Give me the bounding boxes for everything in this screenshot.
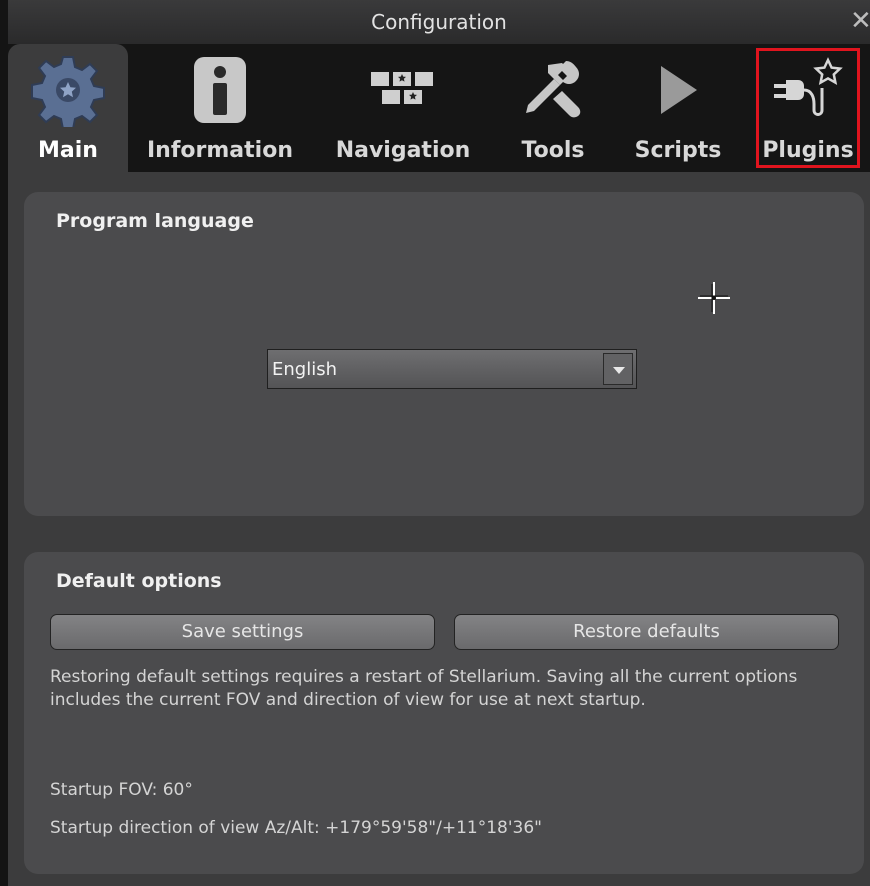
default-options-panel: Default options Save settings Restore de… [24, 552, 864, 874]
close-button[interactable]: ✕ [850, 8, 870, 34]
window-title: Configuration [371, 10, 507, 34]
default-options-title: Default options [56, 570, 222, 592]
tab-information[interactable]: Information [134, 44, 306, 172]
configuration-window: Configuration ✕ Main Information Navigat… [8, 0, 870, 886]
tab-main[interactable]: Main [8, 44, 128, 172]
tools-icon [506, 52, 600, 128]
tab-scripts[interactable]: Scripts [626, 44, 730, 172]
gear-icon [8, 52, 128, 128]
language-select-value: English [272, 359, 337, 380]
tab-bar: Main Information Navigation Tools Script… [8, 44, 870, 172]
crosshair-cursor-icon [696, 280, 732, 320]
tab-label: Information [147, 138, 293, 163]
program-language-title: Program language [56, 210, 254, 232]
tab-label: Navigation [335, 138, 471, 163]
save-settings-button[interactable]: Save settings [50, 614, 435, 650]
navigation-keys-icon [324, 52, 482, 128]
tab-tools[interactable]: Tools [506, 44, 600, 172]
startup-fov: Startup FOV: 60° [50, 780, 193, 800]
restore-defaults-button[interactable]: Restore defaults [454, 614, 839, 650]
chevron-down-icon[interactable] [603, 353, 633, 385]
info-icon [134, 52, 306, 128]
play-icon [626, 52, 730, 128]
tab-navigation[interactable]: Navigation [324, 44, 482, 172]
plugins-highlight-box [756, 48, 860, 168]
startup-direction: Startup direction of view Az/Alt: +179°5… [50, 818, 542, 838]
program-language-panel: Program language English [24, 192, 864, 516]
title-bar[interactable]: Configuration ✕ [8, 0, 870, 44]
tab-label: Tools [521, 138, 585, 163]
tab-label: Scripts [634, 138, 722, 163]
language-select[interactable]: English [267, 349, 637, 389]
tab-label: Main [38, 138, 98, 163]
default-options-info: Restoring default settings requires a re… [50, 667, 798, 710]
